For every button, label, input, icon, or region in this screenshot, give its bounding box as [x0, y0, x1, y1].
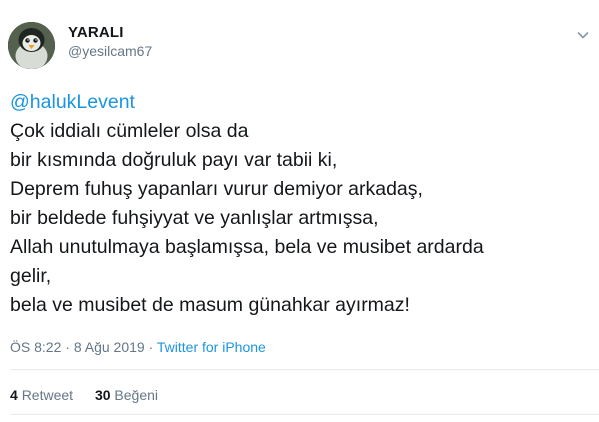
tweet-line: bir kısmında doğruluk payı var tabii ki, — [10, 149, 338, 171]
penguin-avatar-icon — [8, 22, 55, 69]
tweet-source-link[interactable]: Twitter for iPhone — [157, 339, 266, 355]
likes-count: 30 — [94, 387, 111, 403]
retweets-label: Retweet — [21, 387, 74, 403]
tweet-line: Çok iddialı cümleler olsa da — [10, 120, 249, 142]
user-avatar[interactable] — [8, 22, 55, 69]
tweet-time[interactable]: ÖS 8:22 — [10, 339, 61, 355]
tweet-line: Deprem fuhuş yapanları vurur demiyor ark… — [10, 178, 423, 200]
chevron-down-icon[interactable] — [576, 28, 590, 42]
tweet-line: gelir, — [10, 265, 52, 287]
tweet-card: YARALI @yesilcam67 @halukLevent Çok iddi… — [0, 0, 599, 422]
tweet-line: Allah unutulmaya başlamışsa, bela ve mus… — [10, 236, 484, 258]
divider — [10, 369, 599, 370]
retweets-count: 4 — [10, 387, 18, 403]
retweets-stat[interactable]: 4 Retweet — [10, 387, 73, 403]
tweet-text: @halukLevent Çok iddialı cümleler olsa d… — [10, 88, 590, 320]
tweet-stats: 4 Retweet 30 Beğeni — [10, 387, 176, 403]
tweet-date[interactable]: 8 Ağu 2019 — [74, 339, 145, 355]
mention-link[interactable]: @halukLevent — [10, 88, 590, 117]
tweet-metadata: ÖS 8:22 · 8 Ağu 2019 · Twitter for iPhon… — [10, 339, 266, 355]
user-handle[interactable]: @yesilcam67 — [68, 43, 152, 59]
likes-label: Beğeni — [114, 387, 158, 403]
likes-stat[interactable]: 30 Beğeni — [95, 387, 158, 403]
user-display-name[interactable]: YARALI — [68, 24, 124, 41]
separator-dot: · — [61, 339, 74, 355]
tweet-line: bela ve musibet de masum günahkar ayırma… — [10, 294, 410, 316]
tweet-line: bir beldede fuhşiyyat ve yanlışlar artmı… — [10, 207, 379, 229]
separator-dot: · — [144, 339, 157, 355]
divider — [10, 414, 599, 415]
